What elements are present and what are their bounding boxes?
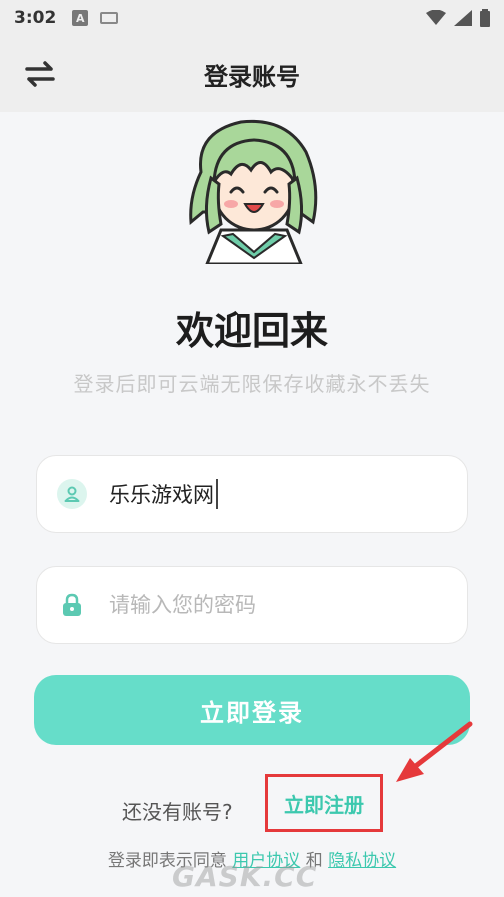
password-input[interactable]	[109, 593, 409, 617]
welcome-subtitle: 登录后即可云端无限保存收藏永不丢失	[73, 372, 431, 396]
password-field[interactable]	[36, 566, 468, 644]
welcome-title: 欢迎回来	[175, 309, 328, 353]
lock-icon	[57, 590, 87, 620]
no-account-prompt: 还没有账号?	[122, 800, 233, 824]
register-link[interactable]: 立即注册	[265, 774, 383, 832]
status-bar: 3:02 A	[0, 0, 504, 36]
swap-arrows-icon	[25, 61, 55, 87]
status-icons	[426, 9, 490, 27]
keyboard-icon	[100, 12, 119, 24]
text-caret	[216, 479, 218, 509]
battery-icon	[480, 9, 490, 27]
status-time: 3:02	[14, 8, 57, 28]
username-input[interactable]: 乐乐游戏网	[109, 479, 214, 509]
swap-account-button[interactable]	[22, 56, 58, 92]
watermark: GASK.CC	[172, 860, 318, 893]
notification-a-icon: A	[72, 10, 89, 26]
avatar	[189, 119, 318, 264]
page-title: 登录账号	[204, 62, 300, 91]
user-icon	[57, 479, 87, 509]
username-field[interactable]: 乐乐游戏网	[36, 455, 468, 533]
signal-icon	[454, 10, 472, 26]
wifi-icon	[426, 10, 446, 25]
register-row: 还没有账号? 立即注册	[0, 774, 504, 832]
app-header: 登录账号	[0, 36, 504, 112]
register-link-label: 立即注册	[284, 792, 364, 817]
annotation-arrow	[396, 721, 473, 782]
privacy-agreement-link[interactable]: 隐私协议	[328, 851, 396, 871]
